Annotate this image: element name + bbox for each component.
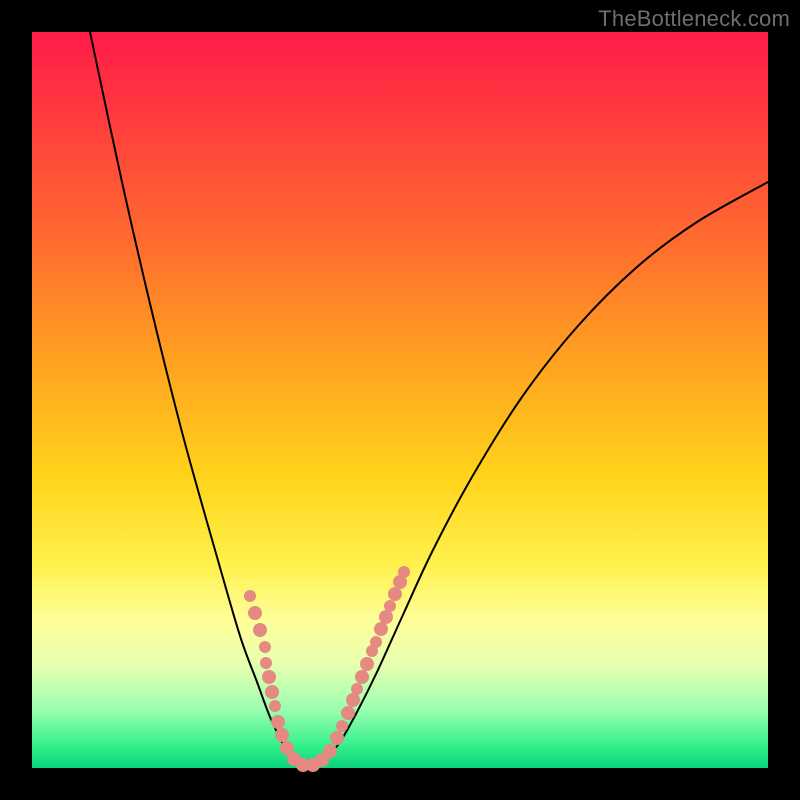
marker-dot <box>370 636 382 648</box>
marker-dot <box>341 706 355 720</box>
marker-dot <box>262 670 276 684</box>
curve-right-curve <box>305 182 768 766</box>
marker-dot <box>271 715 285 729</box>
marker-dot <box>323 744 337 758</box>
marker-dot <box>388 587 402 601</box>
marker-dot <box>253 623 267 637</box>
marker-dot <box>379 610 393 624</box>
chart-svg <box>32 32 768 768</box>
marker-dot <box>275 728 289 742</box>
marker-dot <box>355 670 369 684</box>
marker-dot <box>351 683 363 695</box>
line-series-group <box>90 32 768 766</box>
outer-frame: TheBottleneck.com <box>0 0 800 800</box>
curve-left-curve <box>90 32 305 766</box>
marker-dot <box>260 657 272 669</box>
watermark-text: TheBottleneck.com <box>598 6 790 32</box>
marker-dot <box>330 731 344 745</box>
marker-dot <box>259 641 271 653</box>
marker-dot <box>398 566 410 578</box>
marker-dot <box>360 657 374 671</box>
marker-dot <box>374 622 388 636</box>
marker-dot <box>336 720 348 732</box>
marker-dot <box>244 590 256 602</box>
marker-dot <box>248 606 262 620</box>
marker-dot <box>265 685 279 699</box>
marker-dot <box>269 700 281 712</box>
marker-dot <box>346 693 360 707</box>
marker-dot <box>384 600 396 612</box>
marker-series-group <box>244 566 410 772</box>
